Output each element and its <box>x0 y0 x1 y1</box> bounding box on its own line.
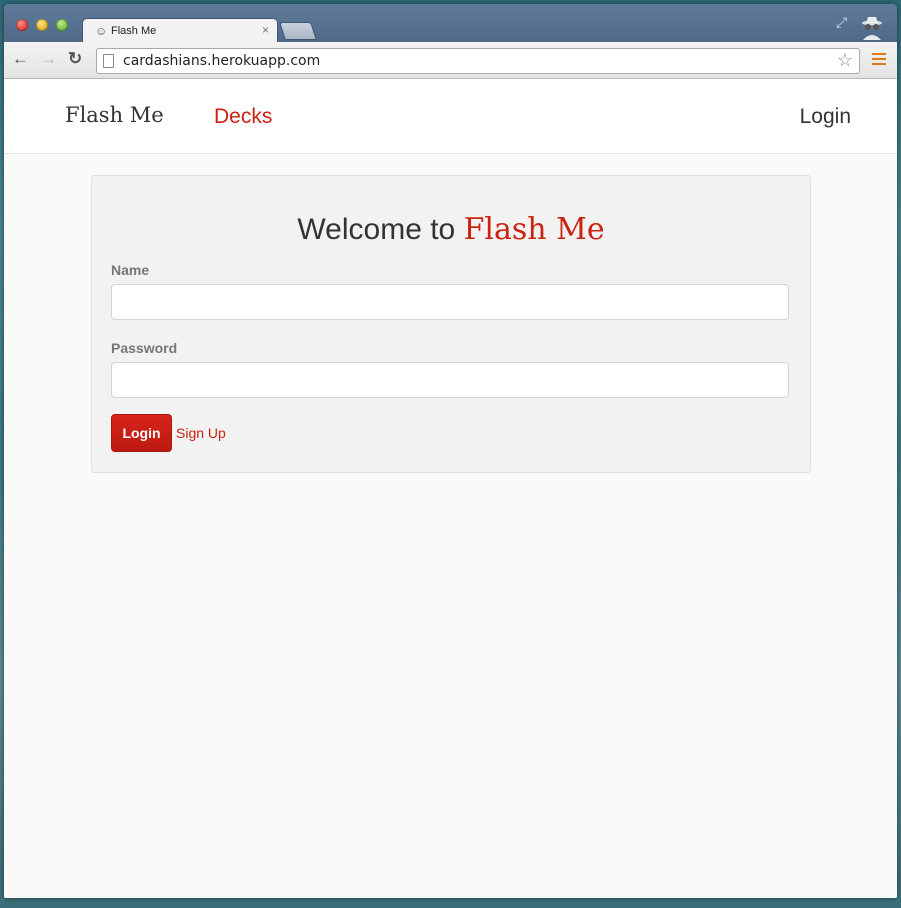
browser-toolbar: ← → ↻ cardashians.herokuapp.com ☆ <box>4 42 897 79</box>
browser-window: ☺ Flash Me × ⤢ ← → ↻ cardashians.herokua… <box>4 4 897 898</box>
forward-arrow-icon[interactable]: → <box>40 50 57 68</box>
url-text[interactable]: cardashians.herokuapp.com <box>123 54 320 69</box>
smiley-favicon-icon: ☺ <box>95 24 108 38</box>
browser-tab[interactable]: ☺ Flash Me × <box>82 18 278 43</box>
page-icon <box>103 54 114 68</box>
zoom-window-button[interactable] <box>56 19 68 31</box>
site-navbar: Flash Me Decks Login <box>4 79 897 154</box>
tab-close-icon[interactable]: × <box>262 23 269 37</box>
tab-title: Flash Me <box>111 25 157 37</box>
welcome-heading: Welcome to Flash Me <box>92 210 810 250</box>
page-content: Flash Me Decks Login Welcome to Flash Me… <box>4 79 897 898</box>
login-card: Welcome to Flash Me Name Password Login … <box>91 175 811 473</box>
welcome-prefix: Welcome to <box>297 213 464 246</box>
minimize-window-button[interactable] <box>36 19 48 31</box>
incognito-icon <box>862 17 882 40</box>
bookmark-star-icon[interactable]: ☆ <box>837 50 853 70</box>
name-label: Name <box>111 262 150 278</box>
brand-logo[interactable]: Flash Me <box>65 101 164 129</box>
tab-strip: ☺ Flash Me × ⤢ <box>4 4 897 43</box>
name-input[interactable] <box>111 284 789 320</box>
password-input[interactable] <box>111 362 789 398</box>
new-tab-button[interactable] <box>279 22 317 40</box>
close-window-button[interactable] <box>16 19 28 31</box>
reload-icon[interactable]: ↻ <box>68 50 82 68</box>
back-arrow-icon[interactable]: ← <box>12 50 29 68</box>
nav-login-link[interactable]: Login <box>800 103 851 131</box>
nav-decks-link[interactable]: Decks <box>214 103 272 131</box>
signup-link[interactable]: Sign Up <box>176 425 226 441</box>
welcome-brand: Flash Me <box>463 212 605 247</box>
password-label: Password <box>111 340 178 356</box>
browser-menu-icon[interactable] <box>872 53 886 68</box>
address-bar[interactable]: cardashians.herokuapp.com ☆ <box>96 48 860 74</box>
fullscreen-expand-icon[interactable]: ⤢ <box>836 15 847 29</box>
login-button[interactable]: Login <box>111 414 172 452</box>
